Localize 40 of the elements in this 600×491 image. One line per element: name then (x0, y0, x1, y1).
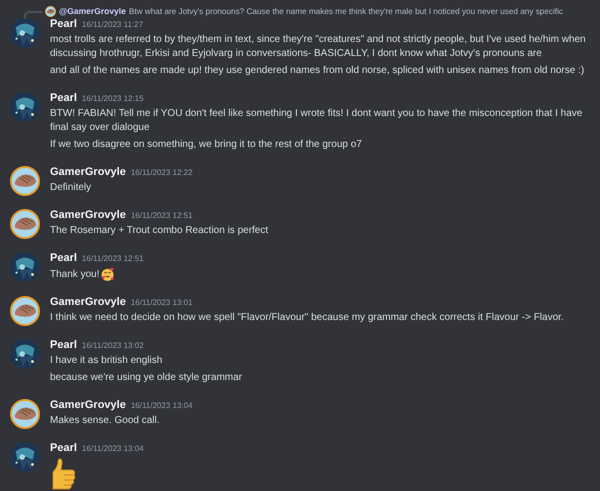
message-text: because we're using ye olde style grammar (50, 371, 242, 385)
avatar[interactable] (10, 296, 40, 326)
message-text: Thank you! (50, 268, 100, 282)
timestamp: 16/11/2023 12:51 (82, 254, 144, 263)
author-name[interactable]: GamerGrovyle (50, 166, 126, 178)
message-text: Makes sense. Good call. (50, 414, 160, 428)
avatar[interactable] (10, 166, 40, 196)
message-text: and all of the names are made up! they use gendered names from old norse, spliced with unisex names from old norse :) (50, 64, 584, 78)
message-text: I have it as british english (50, 354, 162, 368)
avatar[interactable] (10, 209, 40, 239)
author-name[interactable]: GamerGrovyle (50, 296, 126, 308)
avatar[interactable] (10, 18, 40, 48)
author-name[interactable]: GamerGrovyle (50, 399, 126, 411)
timestamp: 16/11/2023 12:22 (130, 168, 193, 177)
message-text: BTW! FABIAN! Tell me if YOU don't feel like something I wrote fits! I dont want you to have the misconception that I have final say over dialogue (50, 107, 584, 135)
author-name[interactable]: Pearl (50, 18, 77, 30)
avatar[interactable] (10, 442, 40, 472)
author-name[interactable]: GamerGrovyle (50, 209, 126, 221)
avatar[interactable] (45, 6, 56, 16)
message-text: I think we need to decide on how we spell "Flavor/Flavour" because my grammar check corrects it Flavour -> Flavor. (50, 311, 564, 325)
avatar[interactable] (10, 339, 40, 369)
timestamp: 16/11/2023 13:04 (130, 401, 193, 410)
message-text: Definitely (50, 181, 92, 195)
timestamp: 16/11/2023 12:15 (82, 94, 144, 103)
timestamp: 16/11/2023 13:01 (130, 298, 193, 307)
author-name[interactable]: Pearl (50, 339, 77, 351)
timestamp: 16/11/2023 11:27 (82, 20, 144, 29)
timestamp: 16/11/2023 12:51 (130, 211, 193, 220)
reply-mention[interactable]: @GamerGrovyle (59, 6, 126, 16)
timestamp: 16/11/2023 13:04 (82, 444, 144, 453)
avatar[interactable] (10, 92, 40, 122)
timestamp: 16/11/2023 13:02 (82, 341, 144, 350)
author-name[interactable]: Pearl (50, 92, 77, 104)
author-name[interactable]: Pearl (50, 252, 77, 264)
message-text: If we two disagree on something, we bring it to the rest of the group o7 (50, 138, 362, 152)
message-text: The Rosemary + Trout combo Reaction is perfect (50, 224, 268, 238)
avatar[interactable] (10, 252, 40, 282)
author-name[interactable]: Pearl (50, 442, 77, 454)
avatar[interactable] (10, 399, 40, 429)
reply-preview[interactable]: Btw what are Jotvy's pronouns? Cause the name makes me think they're male but I noticed you never used any specific (128, 6, 563, 16)
